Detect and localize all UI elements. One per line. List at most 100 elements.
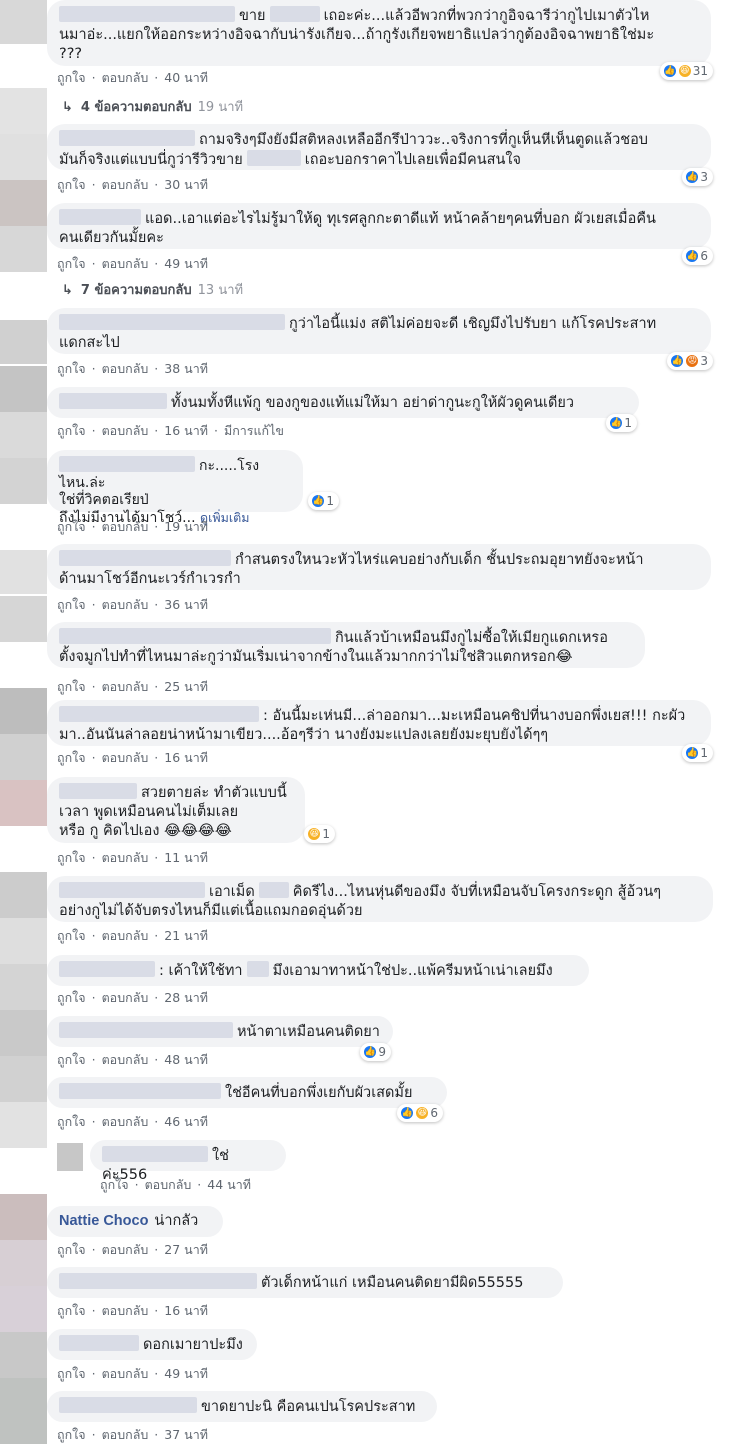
- reply-link[interactable]: ตอบกลับ: [102, 256, 149, 271]
- comment-actions: ถูกใจ · ตอบกลับ · 48 นาที: [57, 1052, 208, 1067]
- comment-time[interactable]: 48 นาที: [164, 1052, 208, 1067]
- reply-link[interactable]: ตอบกลับ: [102, 750, 149, 765]
- comment-time[interactable]: 27 นาที: [164, 1242, 208, 1257]
- comment-time[interactable]: 44 นาที: [207, 1177, 251, 1192]
- like-link[interactable]: ถูกใจ: [57, 423, 86, 438]
- like-link[interactable]: ถูกใจ: [57, 1242, 86, 1257]
- reaction-count[interactable]: 👍 9: [360, 1043, 391, 1061]
- reaction-count[interactable]: 😆 1: [304, 825, 335, 843]
- view-replies[interactable]: ↳ 4 ข้อความตอบกลับ 19 นาที: [62, 96, 243, 117]
- avatar: [0, 688, 47, 734]
- like-link[interactable]: ถูกใจ: [100, 1177, 129, 1192]
- reply-link[interactable]: ตอบกลับ: [102, 679, 149, 694]
- like-link[interactable]: ถูกใจ: [57, 750, 86, 765]
- comment-text: ใช่ที่วิคตอเรียป่: [59, 492, 149, 508]
- like-link[interactable]: ถูกใจ: [57, 519, 86, 534]
- reaction-count[interactable]: 👍 3: [682, 168, 713, 186]
- reply-link[interactable]: ตอบกลับ: [145, 1177, 192, 1192]
- blurred-name: [59, 1022, 233, 1038]
- reply-link[interactable]: ตอบกลับ: [102, 361, 149, 376]
- comment-bubble: กำสนตรงใหนวะหัวไหร่แคบอย่างกับเด็ก ชั้นป…: [47, 544, 711, 590]
- comment-time[interactable]: 19 นาที: [164, 519, 208, 534]
- like-link[interactable]: ถูกใจ: [57, 679, 86, 694]
- reply-link[interactable]: ตอบกลับ: [102, 850, 149, 865]
- reply-link[interactable]: ตอบกลับ: [102, 519, 149, 534]
- comment-time[interactable]: 36 นาที: [164, 597, 208, 612]
- reaction-count[interactable]: 👍 1: [682, 744, 713, 762]
- comment-text: กินแล้วบ้าเหมือนมึงกูไม่ซื้อให้เมียกูแดก…: [335, 630, 608, 646]
- comment-time[interactable]: 38 นาที: [164, 361, 208, 376]
- like-link[interactable]: ถูกใจ: [57, 597, 86, 612]
- edited-label[interactable]: มีการแก้ไข: [224, 423, 284, 438]
- comment-time[interactable]: 30 นาที: [164, 177, 208, 192]
- avatar: [0, 1240, 47, 1286]
- reply-link[interactable]: ตอบกลับ: [102, 597, 149, 612]
- comment-time[interactable]: 49 นาที: [164, 256, 208, 271]
- comment-time[interactable]: 37 นาที: [164, 1427, 208, 1442]
- haha-icon: 😆: [307, 827, 322, 841]
- reply-link[interactable]: ตอบกลับ: [102, 1052, 149, 1067]
- comment-actions: ถูกใจ · ตอบกลับ · 36 นาที: [57, 597, 208, 612]
- comment-bubble: Nattie Choco น่ากลัว: [47, 1206, 223, 1237]
- comment-actions: ถูกใจ · ตอบกลับ · 44 นาที: [100, 1177, 251, 1192]
- comment-time[interactable]: 25 นาที: [164, 679, 208, 694]
- blurred-text: [269, 6, 320, 22]
- comment-actions: ถูกใจ · ตอบกลับ · 28 นาที: [57, 990, 208, 1005]
- like-link[interactable]: ถูกใจ: [57, 1052, 86, 1067]
- comment-bubble: กูว่าไอนี้แม่ง สติไม่ค่อยจะดี เชิญมึงไปร…: [47, 308, 713, 370]
- comment-time[interactable]: 16 นาที: [164, 750, 208, 765]
- reaction-count[interactable]: 👍 😡 3: [667, 352, 713, 370]
- commenter-name[interactable]: Nattie Choco: [59, 1213, 148, 1229]
- comment-time[interactable]: 46 นาที: [164, 1114, 208, 1129]
- like-link[interactable]: ถูกใจ: [57, 1303, 86, 1318]
- like-link[interactable]: ถูกใจ: [57, 361, 86, 376]
- like-link[interactable]: ถูกใจ: [57, 1427, 86, 1442]
- comment-time[interactable]: 28 นาที: [164, 990, 208, 1005]
- comment-time[interactable]: 16 นาที: [164, 1303, 208, 1318]
- blurred-name: [59, 783, 137, 799]
- comment-text: นมาอ่ะ...แยกให้ออกระหว่างอิจฉากับน่ารังเ…: [59, 27, 655, 43]
- reply-link[interactable]: ตอบกลับ: [102, 1366, 149, 1381]
- reply-link[interactable]: ตอบกลับ: [102, 177, 149, 192]
- view-replies[interactable]: ↳ 7 ข้อความตอบกลับ 13 นาที: [62, 279, 243, 300]
- like-link[interactable]: ถูกใจ: [57, 850, 86, 865]
- reply-link[interactable]: ตอบกลับ: [102, 1114, 149, 1129]
- reaction-count[interactable]: 👍 1: [308, 492, 339, 510]
- like-link[interactable]: ถูกใจ: [57, 990, 86, 1005]
- reaction-count[interactable]: 👍 1: [606, 414, 637, 432]
- avatar: [0, 872, 47, 918]
- comment-time[interactable]: 11 นาที: [164, 850, 208, 865]
- comment-time[interactable]: 16 นาที: [164, 423, 208, 438]
- like-link[interactable]: ถูกใจ: [57, 1114, 86, 1129]
- reply-link[interactable]: ตอบกลับ: [102, 423, 149, 438]
- blurred-name: [59, 209, 141, 225]
- comment-actions: ถูกใจ · ตอบกลับ · 19 นาที: [57, 519, 208, 534]
- reply-link[interactable]: ตอบกลับ: [102, 1427, 149, 1442]
- comment-time[interactable]: 21 นาที: [164, 928, 208, 943]
- blurred-name: [59, 1397, 197, 1413]
- reply-link[interactable]: ตอบกลับ: [102, 928, 149, 943]
- comment-time[interactable]: 49 นาที: [164, 1366, 208, 1381]
- comment-bubble: ดอกเมายาปะมึง: [47, 1329, 257, 1360]
- avatar: [0, 88, 47, 134]
- blurred-name: [59, 628, 331, 644]
- reply-link[interactable]: ตอบกลับ: [102, 1242, 149, 1257]
- reaction-count[interactable]: 👍 😆 31: [659, 62, 713, 80]
- comment-time[interactable]: 40 นาที: [164, 70, 208, 85]
- avatar: [0, 366, 47, 412]
- reply-link[interactable]: ตอบกลับ: [102, 990, 149, 1005]
- reaction-count[interactable]: 👍 😆 6: [397, 1104, 443, 1122]
- comment-actions: ถูกใจ · ตอบกลับ · 16 นาที · มีการแก้ไข: [57, 423, 284, 438]
- comment-text: ดอกเมายาปะมึง: [143, 1337, 243, 1353]
- like-link[interactable]: ถูกใจ: [57, 256, 86, 271]
- reply-link[interactable]: ตอบกลับ: [102, 1303, 149, 1318]
- reply-link[interactable]: ตอบกลับ: [102, 70, 149, 85]
- comment-actions: ถูกใจ · ตอบกลับ · 16 นาที: [57, 1303, 208, 1318]
- like-link[interactable]: ถูกใจ: [57, 177, 86, 192]
- like-link[interactable]: ถูกใจ: [57, 1366, 86, 1381]
- like-link[interactable]: ถูกใจ: [57, 70, 86, 85]
- comment-actions: ถูกใจ · ตอบกลับ · 16 นาที: [57, 750, 208, 765]
- blurred-name: [59, 314, 285, 330]
- like-link[interactable]: ถูกใจ: [57, 928, 86, 943]
- reaction-count[interactable]: 👍 6: [682, 247, 713, 265]
